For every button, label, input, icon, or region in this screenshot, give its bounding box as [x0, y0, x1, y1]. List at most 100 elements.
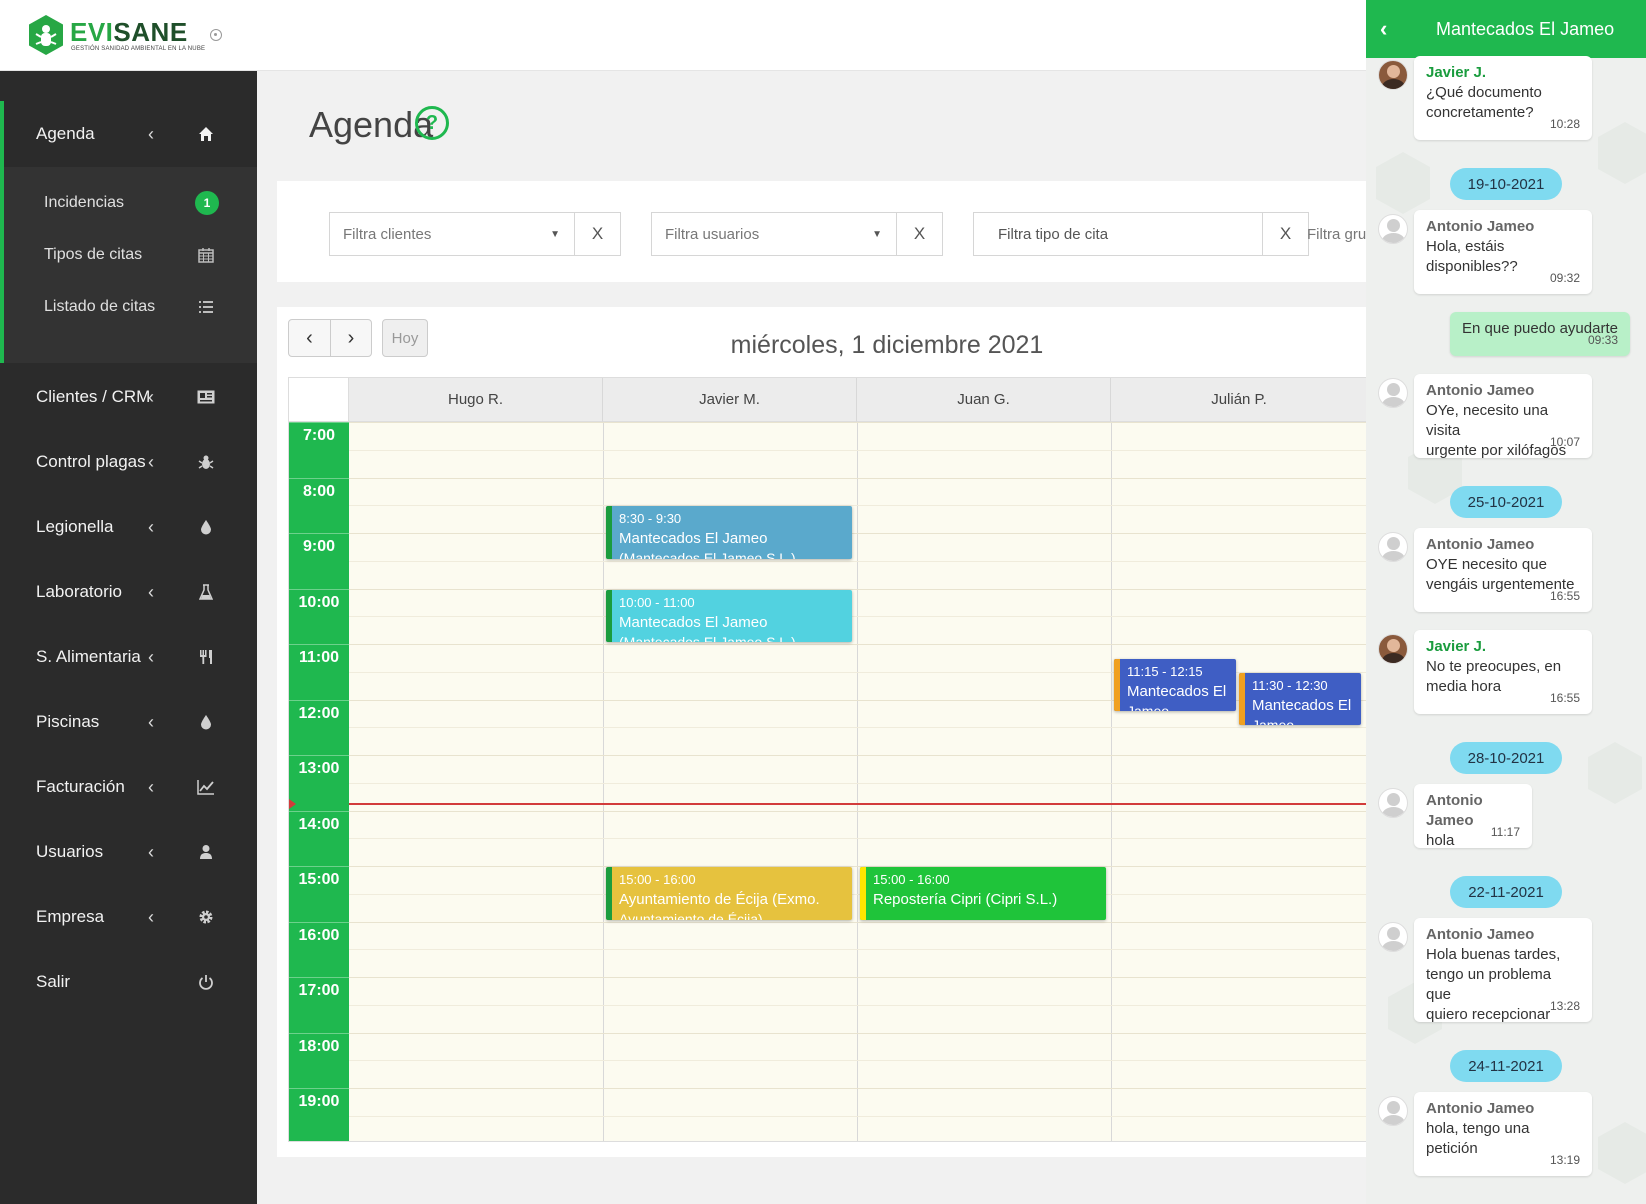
event-subtitle: (Mantecados El Jameo S.L.) [619, 550, 796, 559]
half-hour-line [349, 838, 1366, 840]
sidebar-item-empresa[interactable]: Empresa ‹ [0, 897, 257, 937]
half-hour-line [349, 727, 1366, 729]
calendar-event[interactable]: 15:00 - 16:00 Repostería Cipri (Cipri S.L… [860, 867, 1106, 920]
brand-name-part-b: SANE [113, 17, 188, 47]
evisane-logo[interactable]: EVISANE GESTIÓN SANIDAD AMBIENTAL EN LA … [28, 14, 205, 58]
resource-header-julian: Julián P. [1111, 378, 1366, 422]
half-hour-line [349, 949, 1366, 951]
chevron-left-icon: ‹ [148, 451, 154, 472]
hour-label: 14:00 [298, 815, 340, 833]
sidebar-item-legionella[interactable]: Legionella ‹ [0, 507, 257, 547]
sidebar-item-label: Listado de citas [44, 298, 156, 315]
brand-name: EVISANE [70, 17, 188, 48]
current-time-line [349, 803, 1366, 805]
sidebar-item-clientes-crm[interactable]: Clientes / CRM ‹ [0, 377, 257, 417]
sidebar-item-listado-de-citas[interactable]: Listado de citas [4, 289, 261, 325]
gutter-hour-line [289, 977, 349, 978]
calendar-date-title: miércoles, 1 diciembre 2021 [730, 331, 1044, 359]
default-avatar-icon [1378, 922, 1408, 952]
event-title: Mantecados El Jameo [619, 530, 768, 548]
chat-back-button[interactable]: ‹ [1380, 16, 1387, 42]
flask-icon [196, 582, 216, 602]
clients-filter-clear-button[interactable]: X [575, 212, 621, 256]
sidebar-item-control-plagas[interactable]: Control plagas ‹ [0, 442, 257, 482]
hour-label: 13:00 [298, 760, 340, 777]
type-filter-clear-button[interactable]: X [1263, 212, 1309, 256]
chevron-left-icon: ‹ [148, 386, 154, 407]
chevron-left-icon: ‹ [148, 906, 154, 927]
hour-line [349, 422, 1366, 423]
chat-message-time: 16:55 [1549, 589, 1580, 603]
default-avatar-icon [1378, 1096, 1408, 1126]
hour-label: 11:00 [298, 649, 340, 666]
chat-sender-name: Antonio Jameo [1426, 926, 1535, 943]
resource-header-javier: Javier M. [603, 378, 857, 422]
sidebar-item-s-alimentaria[interactable]: S. Alimentaria ‹ [0, 637, 257, 677]
today-button[interactable]: Hoy [382, 319, 428, 357]
sidebar-item-agenda[interactable]: Agenda ‹ [4, 101, 257, 167]
sidebar-toggle-icon[interactable] [210, 29, 222, 41]
prev-day-button[interactable]: ‹ [289, 320, 330, 356]
event-subtitle: Jameo [1127, 702, 1170, 712]
next-day-button[interactable]: › [329, 320, 371, 356]
avatar-body [1382, 79, 1405, 89]
filter-bar: Filtra clientes ▼ X Filtra usuarios ▼ X … [277, 181, 1366, 282]
event-title: Ayuntamiento de Écija (Exmo. [619, 891, 820, 908]
hour-label: 10:00 [298, 593, 340, 611]
chat-message-incoming: Antonio Jameo OYE necesito que vengáis ur… [1414, 528, 1592, 612]
hour-label: 8:00 [302, 482, 336, 500]
users-filter-select[interactable]: Filtra usuarios ▼ [651, 212, 897, 256]
group-filter-input[interactable]: Filtra gru [1307, 212, 1366, 256]
event-title: Repostería Cipri (Cipri S.L.) [873, 891, 1058, 908]
calendar-event[interactable]: 8:30 - 9:30 Mantecados El Jameo (Mantecado… [606, 506, 852, 559]
brand-name-part-a: EVI [70, 17, 114, 47]
calendar-event[interactable]: 11:30 - 12:30 Mantecados El Jameo [1239, 672, 1361, 726]
sidebar-item-label: Tipos de citas [44, 246, 143, 263]
user-icon [196, 842, 216, 862]
avatar-head [1387, 383, 1400, 396]
chat-message-time: 13:28 [1549, 999, 1580, 1013]
type-filter-input[interactable]: Filtra tipo de cita [973, 212, 1263, 256]
event-subtitle: (Mantecados El Jameo S.L.) [619, 633, 796, 643]
logo-hex-icon [29, 15, 63, 55]
sidebar-item-label: Facturación [36, 777, 125, 796]
half-hour-line [349, 616, 1366, 618]
chat-message-time: 10:28 [1549, 117, 1580, 131]
hour-line [349, 755, 1366, 756]
help-icon[interactable]: ? [415, 106, 449, 140]
sidebar-item-piscinas[interactable]: Piscinas ‹ [0, 702, 257, 742]
gutter-hour-line [289, 477, 349, 479]
utensils-icon [196, 647, 216, 667]
calendar-event[interactable]: 11:15 - 12:15 Mantecados El Jameo [1114, 658, 1236, 712]
hour-label: 15:00 [298, 871, 340, 888]
hour-line [349, 810, 1366, 812]
caret-down-icon: ▼ [550, 228, 560, 240]
sidebar-item-incidencias[interactable]: Incidencias 1 [4, 185, 261, 221]
chat-date-separator: 25-10-2021 [1450, 486, 1562, 518]
hour-line [349, 533, 1366, 534]
users-filter-clear-button[interactable]: X [897, 212, 943, 256]
sidebar-item-facturacion[interactable]: Facturación ‹ [0, 767, 257, 807]
hour-label: 9:00 [302, 538, 336, 555]
chevron-left-icon: ‹ [148, 516, 154, 537]
sidebar-item-usuarios[interactable]: Usuarios ‹ [0, 832, 257, 872]
time-gutter: 7:00 8:00 9:00 10:00 11:00 12:00 13:00 14:00 15:… [289, 422, 349, 1141]
gutter-hour-line [289, 866, 349, 867]
sidebar-item-tipos-de-citas[interactable]: Tipos de citas [4, 237, 261, 273]
calendar-event[interactable]: 15:00 - 16:00 Ayuntamiento de Écija (Exmo… [606, 867, 852, 920]
chat-message-time: 16:55 [1549, 691, 1580, 705]
chat-sender-name: Javier J. [1426, 638, 1487, 655]
clients-filter-select[interactable]: Filtra clientes ▼ [329, 212, 575, 256]
avatar-body [1382, 551, 1405, 561]
sidebar-item-salir[interactable]: Salir [0, 962, 257, 1002]
avatar-head [1387, 639, 1400, 652]
half-hour-line [349, 1060, 1366, 1062]
calendar-event[interactable]: 10:00 - 11:00 Mantecados El Jameo (Manteca… [606, 589, 852, 643]
drop-icon [196, 517, 216, 537]
chat-sender-name: Antonio Jameo [1426, 218, 1535, 235]
gutter-hour-line [289, 588, 349, 590]
hour-label: 18:00 [298, 1037, 340, 1055]
sidebar-item-laboratorio[interactable]: Laboratorio ‹ [0, 572, 257, 612]
watermark-hex-icon [1376, 152, 1430, 214]
hour-line [349, 477, 1366, 479]
